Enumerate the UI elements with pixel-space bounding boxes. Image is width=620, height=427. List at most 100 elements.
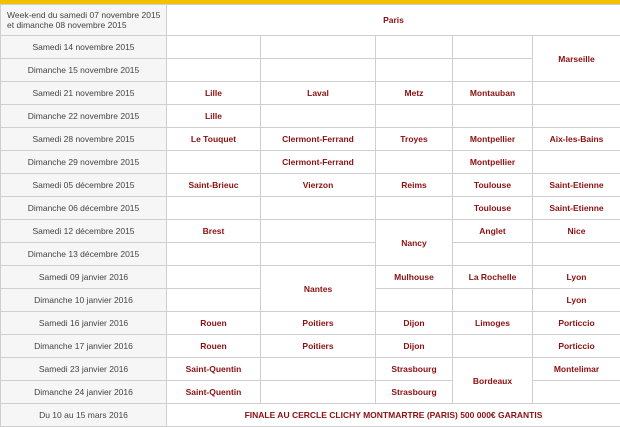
city-aix-les-bains[interactable]: Aix-les-Bains xyxy=(533,128,620,151)
city-reims[interactable]: Reims xyxy=(376,174,453,197)
table-row: Week-end du samedi 07 novembre 2015 et d… xyxy=(1,5,620,36)
date-cell: Samedi 21 novembre 2015 xyxy=(1,82,167,105)
city-clermont-ferrand[interactable]: Clermont-Ferrand xyxy=(261,128,376,151)
empty-cell xyxy=(533,105,620,128)
empty-cell xyxy=(533,151,620,174)
city-strasbourg[interactable]: Strasbourg xyxy=(376,381,453,404)
table-row: Dimanche 29 novembre 2015 Clermont-Ferra… xyxy=(1,151,620,174)
city-metz[interactable]: Metz xyxy=(376,82,453,105)
date-cell: Samedi 14 novembre 2015 xyxy=(1,36,167,59)
city-clermont-ferrand[interactable]: Clermont-Ferrand xyxy=(261,151,376,174)
city-limoges[interactable]: Limoges xyxy=(453,312,533,335)
city-laval[interactable]: Laval xyxy=(261,82,376,105)
city-marseille[interactable]: Marseille xyxy=(533,36,620,82)
city-nancy[interactable]: Nancy xyxy=(376,220,453,266)
city-rouen[interactable]: Rouen xyxy=(167,312,261,335)
empty-cell xyxy=(261,36,376,59)
date-cell: Samedi 23 janvier 2016 xyxy=(1,358,167,381)
city-paris[interactable]: Paris xyxy=(167,5,620,36)
empty-cell xyxy=(376,59,453,82)
city-lyon[interactable]: Lyon xyxy=(533,266,620,289)
city-dijon[interactable]: Dijon xyxy=(376,335,453,358)
empty-cell xyxy=(167,36,261,59)
city-saint-etienne[interactable]: Saint-Etienne xyxy=(533,174,620,197)
city-bordeaux[interactable]: Bordeaux xyxy=(453,358,533,404)
date-cell: Dimanche 24 janvier 2016 xyxy=(1,381,167,404)
empty-cell xyxy=(533,243,620,266)
city-montpellier[interactable]: Montpellier xyxy=(453,128,533,151)
empty-cell xyxy=(453,105,533,128)
tournament-schedule-table: Week-end du samedi 07 novembre 2015 et d… xyxy=(0,4,620,427)
empty-cell xyxy=(376,151,453,174)
city-lyon[interactable]: Lyon xyxy=(533,289,620,312)
city-saint-quentin[interactable]: Saint-Quentin xyxy=(167,381,261,404)
date-cell: Samedi 28 novembre 2015 xyxy=(1,128,167,151)
table-row: Samedi 28 novembre 2015 Le Touquet Clerm… xyxy=(1,128,620,151)
empty-cell xyxy=(261,197,376,220)
table-row: Samedi 05 décembre 2015 Saint-Brieuc Vie… xyxy=(1,174,620,197)
empty-cell xyxy=(533,82,620,105)
date-cell: Samedi 16 janvier 2016 xyxy=(1,312,167,335)
city-brest[interactable]: Brest xyxy=(167,220,261,243)
city-saint-etienne[interactable]: Saint-Etienne xyxy=(533,197,620,220)
table-row: Samedi 21 novembre 2015 Lille Laval Metz… xyxy=(1,82,620,105)
city-lille[interactable]: Lille xyxy=(167,105,261,128)
city-montelimar[interactable]: Montelimar xyxy=(533,358,620,381)
city-mulhouse[interactable]: Mulhouse xyxy=(376,266,453,289)
empty-cell xyxy=(376,105,453,128)
table-row: Dimanche 22 novembre 2015 Lille xyxy=(1,105,620,128)
city-porticcio[interactable]: Porticcio xyxy=(533,335,620,358)
weekend-line-2: et dimanche 08 novembre 2015 xyxy=(7,20,127,30)
city-lille[interactable]: Lille xyxy=(167,82,261,105)
table-row: Dimanche 17 janvier 2016 Rouen Poitiers … xyxy=(1,335,620,358)
empty-cell xyxy=(261,243,376,266)
empty-cell xyxy=(167,59,261,82)
table-row: Samedi 14 novembre 2015 Marseille xyxy=(1,36,620,59)
city-montauban[interactable]: Montauban xyxy=(453,82,533,105)
city-porticcio[interactable]: Porticcio xyxy=(533,312,620,335)
city-anglet[interactable]: Anglet xyxy=(453,220,533,243)
city-montpellier[interactable]: Montpellier xyxy=(453,151,533,174)
table-row: Dimanche 13 décembre 2015 xyxy=(1,243,620,266)
city-poitiers[interactable]: Poitiers xyxy=(261,312,376,335)
empty-cell xyxy=(261,381,376,404)
empty-cell xyxy=(376,197,453,220)
empty-cell xyxy=(261,59,376,82)
city-strasbourg[interactable]: Strasbourg xyxy=(376,358,453,381)
empty-cell xyxy=(167,243,261,266)
date-cell: Samedi 12 décembre 2015 xyxy=(1,220,167,243)
city-saint-brieuc[interactable]: Saint-Brieuc xyxy=(167,174,261,197)
date-cell: Dimanche 13 décembre 2015 xyxy=(1,243,167,266)
date-cell: Dimanche 22 novembre 2015 xyxy=(1,105,167,128)
table-row: Samedi 16 janvier 2016 Rouen Poitiers Di… xyxy=(1,312,620,335)
city-vierzon[interactable]: Vierzon xyxy=(261,174,376,197)
date-cell: Du 10 au 15 mars 2016 xyxy=(1,404,167,427)
empty-cell xyxy=(167,266,261,289)
date-cell: Dimanche 29 novembre 2015 xyxy=(1,151,167,174)
table-row: Dimanche 06 décembre 2015 Toulouse Saint… xyxy=(1,197,620,220)
date-cell: Dimanche 10 janvier 2016 xyxy=(1,289,167,312)
city-troyes[interactable]: Troyes xyxy=(376,128,453,151)
city-dijon[interactable]: Dijon xyxy=(376,312,453,335)
empty-cell xyxy=(453,243,533,266)
date-cell: Dimanche 15 novembre 2015 xyxy=(1,59,167,82)
city-nice[interactable]: Nice xyxy=(533,220,620,243)
empty-cell xyxy=(261,105,376,128)
empty-cell xyxy=(167,151,261,174)
city-poitiers[interactable]: Poitiers xyxy=(261,335,376,358)
city-le-touquet[interactable]: Le Touquet xyxy=(167,128,261,151)
city-rouen[interactable]: Rouen xyxy=(167,335,261,358)
empty-cell xyxy=(261,358,376,381)
table-row: Du 10 au 15 mars 2016 FINALE AU CERCLE C… xyxy=(1,404,620,427)
date-cell: Samedi 09 janvier 2016 xyxy=(1,266,167,289)
empty-cell xyxy=(453,59,533,82)
empty-cell xyxy=(261,220,376,243)
city-toulouse[interactable]: Toulouse xyxy=(453,174,533,197)
city-saint-quentin[interactable]: Saint-Quentin xyxy=(167,358,261,381)
table-row: Samedi 23 janvier 2016 Saint-Quentin Str… xyxy=(1,358,620,381)
city-toulouse[interactable]: Toulouse xyxy=(453,197,533,220)
city-nantes[interactable]: Nantes xyxy=(261,266,376,312)
empty-cell xyxy=(167,289,261,312)
city-la-rochelle[interactable]: La Rochelle xyxy=(453,266,533,289)
finale-cell[interactable]: FINALE AU CERCLE CLICHY MONTMARTRE (PARI… xyxy=(167,404,620,427)
